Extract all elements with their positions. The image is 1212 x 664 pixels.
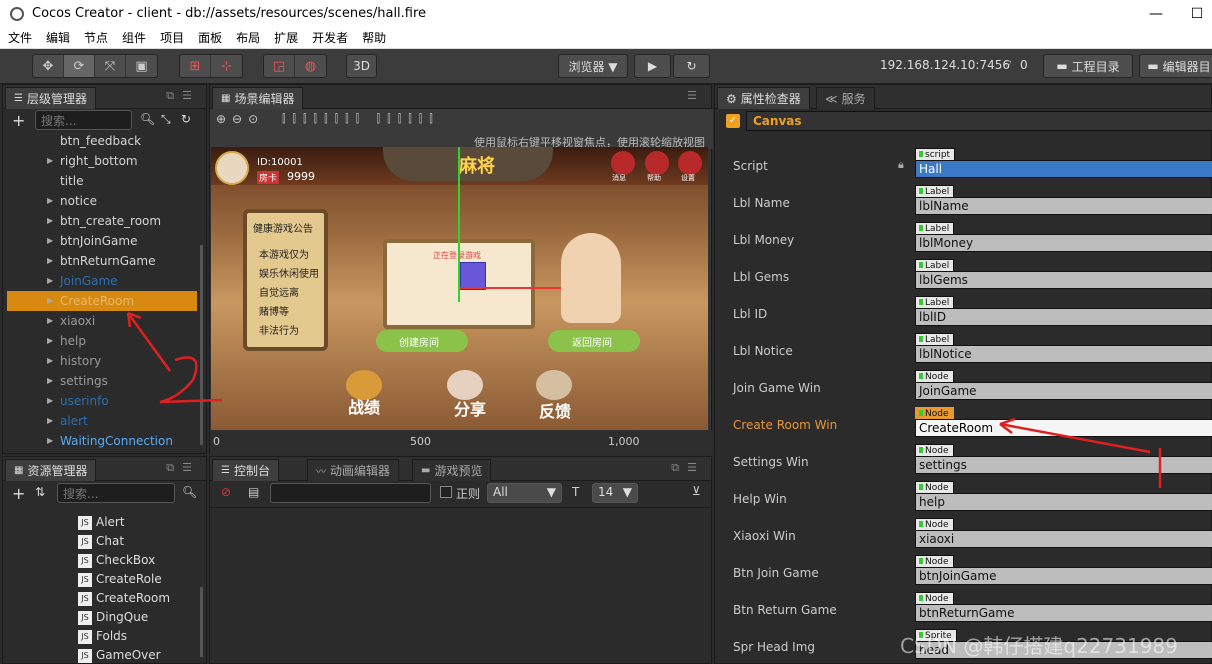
- annotation-overlay: [126, 311, 1162, 488]
- csdn-watermark: CSDN @韩仔搭建q22731989: [900, 634, 1178, 658]
- annotation-arrow-2: [999, 422, 1151, 454]
- annotation-arrow-1: [126, 312, 172, 372]
- annotation-number-2: [159, 356, 223, 404]
- app-window: Cocos Creator - client - db://assets/res…: [0, 0, 1212, 664]
